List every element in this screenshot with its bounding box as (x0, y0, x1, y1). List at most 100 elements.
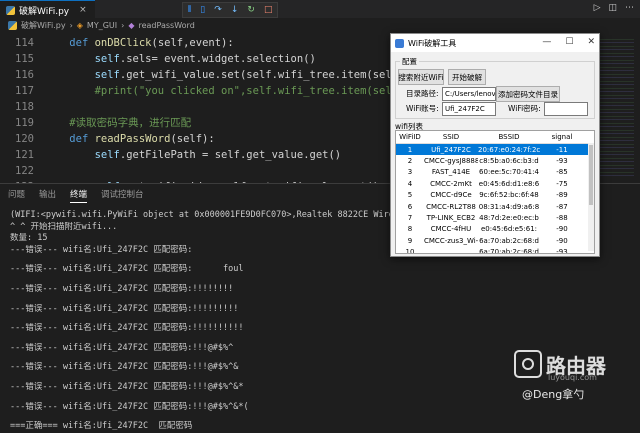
start-crack-button[interactable]: 开始破解 (448, 69, 486, 85)
more-icon[interactable]: ⋯ (625, 3, 634, 13)
wifi-password-label: WiFi密码: (508, 104, 541, 113)
breadcrumb-class[interactable]: MY_GUI (87, 21, 117, 30)
tab-main-file[interactable]: 破解WiFi.py × (0, 0, 95, 19)
column-header-bssid[interactable]: BSSID (478, 133, 540, 141)
table-row[interactable]: 7 TP-LINK_ECB2 48:7d:2e:e0:ec:b -88 (396, 212, 594, 223)
run-file-icon[interactable]: ▷ (594, 3, 601, 13)
wifi-password-input[interactable] (544, 102, 588, 116)
table-cell: 4 (407, 179, 413, 188)
line-number: 119 (15, 117, 34, 129)
table-row[interactable]: 2 CMCC-gysJ8888 c8:5b:a0:6c:b3:d -93 (396, 155, 594, 166)
breadcrumb-method[interactable]: readPassWord (138, 21, 194, 30)
table-row[interactable]: 8 CMCC-4fHU e0:45:6d:e5:61: -90 (396, 224, 594, 235)
line-number: 115 (15, 53, 34, 65)
table-cell: CMCC-RL2T88 (426, 202, 476, 211)
table-cell: c8:5b:a0:6c:b3:d (479, 157, 539, 166)
close-icon[interactable]: ✕ (587, 37, 595, 47)
chevron-right-icon: › (69, 20, 73, 30)
python-file-icon (6, 5, 15, 15)
wifi-account-label: WiFi账号: (406, 104, 439, 113)
table-cell: 6a:70:ab:2c:68:d (479, 248, 539, 254)
column-header-signal[interactable]: signal (540, 133, 584, 141)
run-icon[interactable]: ⫴ (188, 5, 192, 15)
code-text: def onDBClick(self,event): (69, 37, 234, 49)
table-cell: -75 (556, 179, 568, 188)
table-cell: 3 (407, 168, 413, 177)
table-cell: TP-LINK_ECB2 (426, 214, 476, 223)
table-cell: -93 (556, 157, 568, 166)
terminal-line: ---错误--- wifi名:Ufi_247F2C 匹配密码:!!!@#$%^&… (10, 401, 249, 412)
editor-actions: ▷ ◫ ⋯ (594, 3, 634, 13)
debug-icon[interactable]: ↷ (214, 5, 222, 15)
stop-icon[interactable]: □ (264, 5, 273, 15)
dir-path-input[interactable]: C:/Users/lenov (442, 87, 496, 101)
table-cell: 9c:6f:52:bc:6f:48 (479, 191, 539, 200)
line-number: 114 (15, 37, 34, 49)
chevron-right-icon: › (121, 20, 125, 30)
watermark-logo-icon (514, 350, 542, 378)
column-header-id[interactable]: WiFiID (396, 133, 424, 141)
table-cell: -90 (556, 225, 568, 234)
line-number: 118 (15, 101, 34, 113)
table-row[interactable]: 6 CMCC-RL2T88 08:31:a4:d9:a6:8 -87 (396, 201, 594, 212)
table-row[interactable]: 9 CMCC-zus3_Wi- 6a:70:ab:2c:68:d -90 (396, 235, 594, 246)
table-cell: 6a:70:ab:2c:68:d (479, 236, 539, 245)
table-row[interactable]: 10 6a:70:ab:2c:68:d -93 (396, 247, 594, 254)
table-header: WiFiID SSID BSSID signal (396, 131, 594, 144)
wifi-list-table[interactable]: WiFiID SSID BSSID signal 1 Ufi_247F2C 20:6… (395, 130, 595, 254)
watermark-author: @Deng拿勺 (522, 388, 585, 401)
table-cell: 20:67:e0:24:7f:2c (478, 145, 540, 154)
code-text: def readPassWord(self): (69, 133, 215, 145)
breadcrumb-file[interactable]: 破解WiFi.py (21, 20, 66, 31)
restart-icon[interactable]: ↻ (247, 5, 255, 15)
table-cell: Ufi_247F2C (431, 145, 471, 154)
code-text: self.sels= event.widget.selection() (94, 53, 316, 65)
terminal-line: ---错误--- wifi名:Ufi_247F2C 匹配密码: foul (10, 264, 244, 275)
split-icon[interactable]: ▯ (200, 5, 205, 15)
terminal-line: ---错误--- wifi名:Ufi_247F2C 匹配密码:!!!!!!!!!… (10, 323, 244, 334)
minimize-icon[interactable]: — (542, 37, 551, 47)
tab-debug-console[interactable]: 调试控制台 (101, 188, 144, 203)
table-cell: 10 (405, 248, 415, 254)
close-icon[interactable]: × (79, 5, 87, 15)
table-cell: 5 (407, 191, 413, 200)
table-row[interactable]: 5 CMCC-d9Ce 9c:6f:52:bc:6f:48 -89 (396, 190, 594, 201)
table-row[interactable]: 4 CMCC-2mKt e0:45:6d:d1:e8:6 -75 (396, 178, 594, 189)
table-cell: 6 (407, 202, 413, 211)
column-header-ssid[interactable]: SSID (424, 133, 478, 141)
wifi-account-input[interactable]: Ufi_247F2C (442, 102, 496, 116)
terminal-line: ---错误--- wifi名:Ufi_247F2C 匹配密码:!!!!!!!! (10, 283, 234, 294)
step-icon[interactable]: ↓ (231, 5, 239, 15)
line-number: 121 (15, 149, 34, 161)
window-titlebar[interactable]: WiFi破解工具 — ☐ ✕ (391, 34, 599, 52)
table-cell: CMCC-zus3_Wi- (424, 236, 478, 245)
tab-problems[interactable]: 问题 (8, 188, 25, 203)
add-dict-button[interactable]: 添加密码文件目录 (496, 86, 560, 102)
window-title: WiFi破解工具 (408, 38, 457, 48)
line-number: 116 (15, 69, 34, 81)
split-editor-icon[interactable]: ◫ (608, 3, 617, 13)
config-group: 配置 搜索附近WiFi 开始破解 目录路径: C:/Users/lenov 添加… (395, 56, 595, 119)
tab-terminal[interactable]: 终端 (70, 188, 88, 203)
table-scrollbar[interactable] (588, 143, 594, 251)
minimap[interactable] (594, 36, 634, 176)
table-cell: 8 (407, 225, 413, 234)
watermark-subtitle: luyouqi.com (548, 373, 597, 382)
table-row[interactable]: 1 Ufi_247F2C 20:67:e0:24:7f:2c -11 (396, 144, 594, 156)
maximize-icon[interactable]: ☐ (565, 37, 573, 47)
tab-label: 破解WiFi.py (19, 6, 70, 17)
table-row[interactable]: 3 FAST_414E 60:ee:5c:70:41:4 -85 (396, 167, 594, 178)
wifi-cracker-window: WiFi破解工具 — ☐ ✕ 配置 搜索附近WiFi 开始破解 目录路径: C:… (390, 33, 600, 257)
table-cell: -89 (556, 191, 568, 200)
scan-wifi-button[interactable]: 搜索附近WiFi (398, 69, 444, 85)
table-cell: 1 (407, 145, 413, 154)
code-text: self.get_wifi_value.set(self.wifi_tree.i… (94, 69, 449, 81)
dir-path-label: 目录路径: (406, 89, 439, 98)
tab-output[interactable]: 输出 (39, 188, 56, 203)
